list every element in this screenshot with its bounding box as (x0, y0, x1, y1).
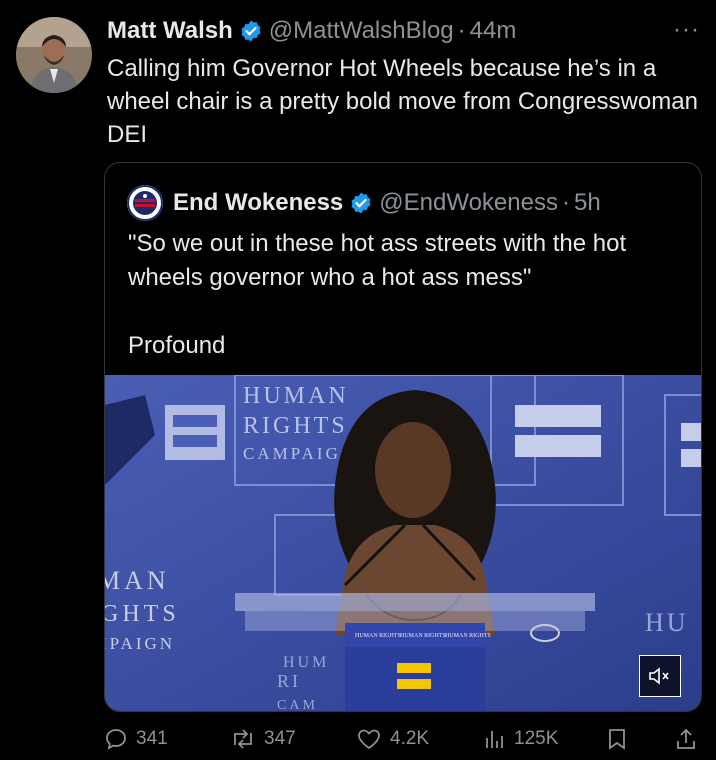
views-count: 125K (514, 728, 559, 749)
author-handle[interactable]: @MattWalshBlog (269, 17, 454, 45)
backdrop-text-left: MAN (105, 566, 170, 595)
like-icon (358, 729, 380, 750)
tweet-text: Calling him Governor Hot Wheels because … (107, 55, 698, 148)
share-button[interactable] (674, 722, 706, 756)
quoted-tweet[interactable]: End Wokeness @EndWokeness · 5h "So we ou… (104, 162, 702, 712)
backdrop-text-right: HU (645, 608, 689, 637)
bookmark-icon (609, 729, 625, 750)
quote-text-line: "So we out in these hot ass streets with… (128, 230, 627, 291)
mute-icon[interactable] (639, 655, 681, 697)
quote-author-avatar[interactable] (127, 185, 163, 221)
avatar-image (16, 17, 92, 93)
separator-dot: · (457, 17, 466, 44)
backdrop-text-left: GHTS (105, 601, 180, 627)
quote-avatar-image (127, 185, 163, 221)
backdrop-text-bottom: RI (277, 671, 301, 691)
backdrop-text-bottom: CAM (277, 698, 318, 711)
share-icon (677, 728, 695, 749)
reply-count: 341 (136, 728, 168, 749)
like-count: 4.2K (390, 728, 430, 749)
quote-author-name[interactable]: End Wokeness (173, 189, 343, 217)
podium-sign-text: HUMAN RIGHTS (400, 633, 446, 639)
author-name[interactable]: Matt Walsh (107, 17, 233, 45)
backdrop-text: RIGHTS (243, 413, 348, 439)
quote-header: End Wokeness @EndWokeness · 5h (127, 185, 601, 221)
backdrop-text: CAMPAIG (243, 444, 341, 463)
more-icon[interactable]: ··· (673, 16, 700, 44)
views-button[interactable]: 125K (482, 722, 558, 756)
podium-sign-text: HUMAN RIGHTS (445, 633, 491, 639)
quote-text-line: Profound (128, 332, 226, 359)
repost-button[interactable]: 347 (230, 722, 296, 756)
author-avatar[interactable] (16, 17, 92, 93)
views-icon (486, 731, 503, 748)
separator-dot: · (561, 189, 570, 216)
like-button[interactable]: 4.2K (356, 722, 429, 756)
tweet-time[interactable]: 44m (470, 17, 517, 45)
video-player[interactable]: HUMAN RIGHTS CAMPAIG MAN GHTS IPAIGN HU … (105, 375, 701, 711)
backdrop-text-bottom: HUM (283, 654, 329, 671)
repost-count: 347 (264, 728, 296, 749)
verified-icon (241, 20, 261, 42)
video-frame: HUMAN RIGHTS CAMPAIG MAN GHTS IPAIGN HU … (105, 375, 701, 711)
quote-text: "So we out in these hot ass streets with… (128, 227, 688, 363)
verified-icon (351, 192, 371, 214)
reply-button[interactable]: 341 (104, 722, 168, 756)
reply-icon (106, 729, 126, 750)
quote-time[interactable]: 5h (574, 189, 601, 217)
backdrop-text: HUMAN (243, 383, 349, 409)
quote-author-handle[interactable]: @EndWokeness (379, 189, 558, 217)
repost-icon (234, 729, 252, 749)
backdrop-text-left: IPAIGN (105, 634, 175, 653)
podium-sign-text: HUMAN RIGHTS (355, 633, 401, 639)
action-bar: 341 347 4.2K 125K (104, 722, 700, 756)
tweet-header: Matt Walsh @MattWalshBlog · 44m ··· (107, 14, 700, 48)
bookmark-button[interactable] (606, 722, 636, 756)
